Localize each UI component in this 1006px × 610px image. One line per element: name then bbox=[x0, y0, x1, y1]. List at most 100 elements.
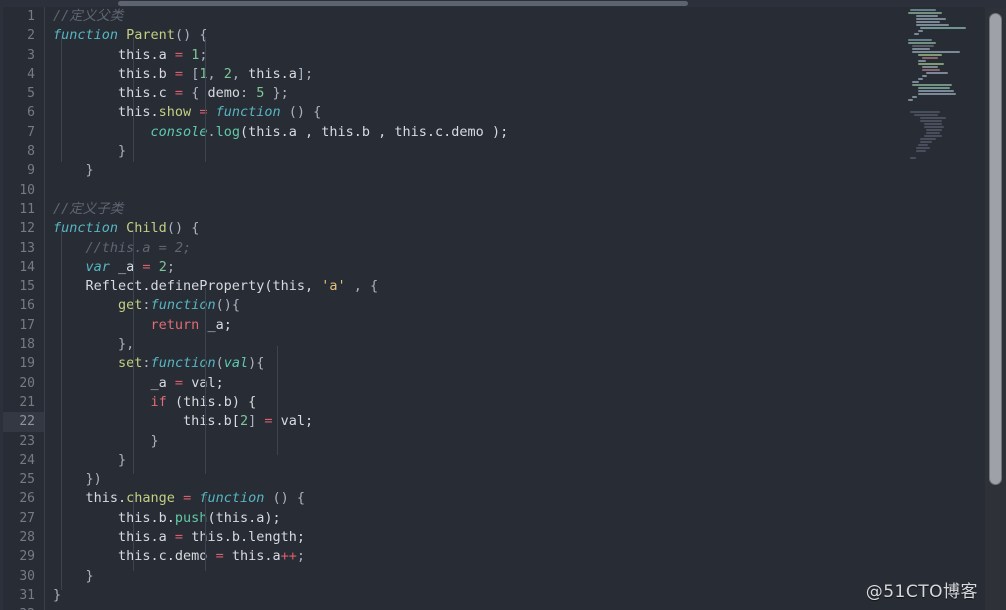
line-number[interactable]: 24 bbox=[0, 451, 44, 470]
line-number[interactable]: 27 bbox=[0, 509, 44, 528]
code-line[interactable] bbox=[45, 181, 898, 200]
code-line[interactable]: return _a; bbox=[45, 316, 898, 335]
line-number[interactable]: 23 bbox=[0, 432, 44, 451]
line-number[interactable]: 4 bbox=[0, 65, 44, 84]
code-token: ]; bbox=[296, 65, 314, 82]
code-line[interactable]: Reflect.defineProperty(this, 'a' , { bbox=[45, 277, 898, 296]
code-token: Reflect.defineProperty(this, bbox=[53, 278, 322, 295]
gutter-divider bbox=[44, 7, 45, 610]
code-line[interactable]: }, bbox=[45, 335, 898, 354]
line-number[interactable]: 21 bbox=[0, 393, 44, 412]
code-token: } bbox=[53, 432, 159, 449]
line-number[interactable]: 31 bbox=[0, 586, 44, 605]
code-line[interactable]: var _a = 2; bbox=[45, 258, 898, 277]
vertical-scrollbar-track[interactable] bbox=[985, 7, 1006, 610]
minimap-line bbox=[916, 18, 946, 20]
line-number[interactable]: 22 bbox=[0, 412, 44, 432]
line-number[interactable]: 30 bbox=[0, 567, 44, 586]
code-token: () { bbox=[174, 27, 208, 44]
line-number[interactable]: 9 bbox=[0, 161, 44, 180]
code-line[interactable]: }) bbox=[45, 470, 898, 489]
line-number[interactable]: 10 bbox=[0, 181, 44, 200]
code-line[interactable]: this.show = function () { bbox=[45, 103, 898, 122]
line-number[interactable]: 26 bbox=[0, 489, 44, 508]
minimap-line bbox=[908, 99, 913, 101]
code-token: //定义父类 bbox=[53, 8, 124, 24]
code-token: = bbox=[174, 65, 184, 82]
code-line[interactable]: this.b.push(this.a); bbox=[45, 509, 898, 528]
line-number[interactable]: 32 bbox=[0, 605, 44, 610]
code-line[interactable]: console.log(this.a , this.b , this.c.dem… bbox=[45, 123, 898, 142]
code-line[interactable]: function Child() { bbox=[45, 219, 898, 238]
code-token: change bbox=[126, 490, 175, 507]
code-line[interactable]: _a = val; bbox=[45, 374, 898, 393]
line-number[interactable]: 25 bbox=[0, 470, 44, 489]
code-token: , bbox=[207, 65, 224, 82]
code-line[interactable]: } bbox=[45, 142, 898, 161]
code-line[interactable]: function Parent() { bbox=[45, 26, 898, 45]
line-number-gutter[interactable]: 1 2 3 4 5 6 7 8 9 10 11 12 13 14 15 16 17 18 19 20 21 22 23 24 2… bbox=[0, 7, 44, 610]
line-number[interactable]: 5 bbox=[0, 84, 44, 103]
code-token: function bbox=[215, 104, 281, 121]
line-number[interactable]: 3 bbox=[0, 46, 44, 65]
minimap-line bbox=[922, 66, 938, 68]
code-line[interactable]: this.a = this.b.length; bbox=[45, 528, 898, 547]
minimap-line bbox=[920, 117, 946, 119]
code-line[interactable]: //this.a = 2; bbox=[45, 239, 898, 258]
line-number[interactable]: 8 bbox=[0, 142, 44, 161]
line-number[interactable]: 13 bbox=[0, 239, 44, 258]
code-text-area[interactable]: //定义父类 function Parent() { this.a = 1; th… bbox=[45, 7, 898, 610]
code-line[interactable]: this.c.demo = this.a++; bbox=[45, 547, 898, 566]
code-line[interactable]: //定义子类 bbox=[45, 200, 898, 219]
horizontal-scrollbar-thumb[interactable] bbox=[118, 1, 688, 6]
code-token: : bbox=[142, 297, 151, 314]
line-number[interactable]: 14 bbox=[0, 258, 44, 277]
code-token: _a; bbox=[199, 316, 232, 333]
code-token: }; bbox=[264, 85, 289, 102]
code-token: val; bbox=[183, 374, 224, 391]
line-number[interactable]: 6 bbox=[0, 103, 44, 122]
code-line[interactable]: //定义父类 bbox=[45, 7, 898, 26]
code-line[interactable]: this.b = [1, 2, this.a]; bbox=[45, 65, 898, 84]
code-line[interactable]: this.a = 1; bbox=[45, 46, 898, 65]
line-number[interactable]: 29 bbox=[0, 547, 44, 566]
vertical-scrollbar-thumb[interactable] bbox=[989, 13, 1002, 485]
line-number[interactable]: 20 bbox=[0, 374, 44, 393]
line-number[interactable]: 11 bbox=[0, 200, 44, 219]
line-number[interactable]: 15 bbox=[0, 277, 44, 296]
line-number[interactable]: 16 bbox=[0, 296, 44, 315]
code-line[interactable] bbox=[45, 605, 898, 610]
line-number[interactable]: 7 bbox=[0, 123, 44, 142]
code-line[interactable]: if (this.b) { bbox=[45, 393, 898, 412]
line-number[interactable]: 19 bbox=[0, 354, 44, 373]
line-number[interactable]: 2 bbox=[0, 26, 44, 45]
line-number[interactable]: 18 bbox=[0, 335, 44, 354]
minimap[interactable] bbox=[900, 7, 985, 610]
code-line[interactable]: get:function(){ bbox=[45, 296, 898, 315]
code-token: = bbox=[174, 85, 184, 102]
code-line[interactable]: this.change = function () { bbox=[45, 489, 898, 508]
code-line[interactable]: } bbox=[45, 451, 898, 470]
line-number[interactable]: 12 bbox=[0, 219, 44, 238]
line-number[interactable]: 1 bbox=[0, 7, 44, 26]
line-number[interactable]: 28 bbox=[0, 528, 44, 547]
code-line[interactable]: this.c = { demo: 5 }; bbox=[45, 84, 898, 103]
code-token: } bbox=[53, 567, 94, 584]
code-line[interactable]: this.b[2] = val; bbox=[45, 412, 898, 431]
code-token: }) bbox=[53, 471, 102, 488]
horizontal-scrollbar-track[interactable] bbox=[0, 0, 1006, 7]
code-line[interactable]: } bbox=[45, 567, 898, 586]
code-line[interactable]: } bbox=[45, 161, 898, 180]
code-line[interactable]: } bbox=[45, 432, 898, 451]
line-number[interactable]: 17 bbox=[0, 316, 44, 335]
code-token: show bbox=[158, 104, 192, 121]
minimap-line bbox=[920, 27, 966, 29]
minimap-line bbox=[908, 39, 932, 41]
code-line[interactable]: set:function(val){ bbox=[45, 354, 898, 373]
code-line[interactable]: } bbox=[45, 586, 898, 605]
code-token: ; bbox=[296, 548, 306, 565]
